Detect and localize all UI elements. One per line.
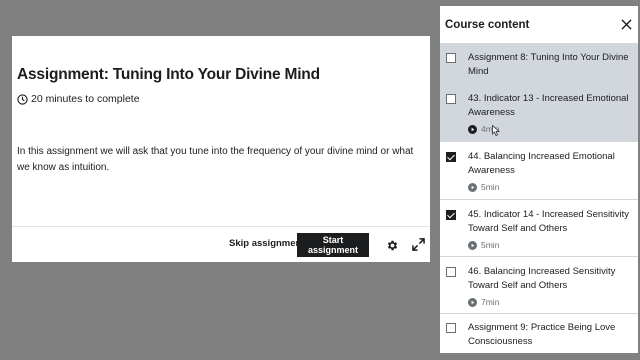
assignment-title: Assignment: Tuning Into Your Divine Mind xyxy=(17,66,320,83)
completion-checkbox[interactable] xyxy=(446,94,456,104)
assignment-description: In this assignment we will ask that you … xyxy=(17,146,414,173)
curriculum-item-lecture-46[interactable]: 46. Balancing Increased Sensitivity Towa… xyxy=(440,257,638,314)
duration-text: 20 minutes to complete xyxy=(31,93,140,105)
curriculum-item-lecture-45[interactable]: 45. Indicator 14 - Increased Sensitivity… xyxy=(440,200,638,257)
curriculum-item-assignment-9[interactable]: Assignment 9: Practice Being Love Consci… xyxy=(440,314,638,353)
assignment-card: Assignment: Tuning Into Your Divine Mind… xyxy=(12,36,430,262)
card-divider xyxy=(12,226,430,227)
skip-assignment-button[interactable]: Skip assignment xyxy=(229,238,305,249)
completion-checkbox[interactable] xyxy=(446,323,456,333)
assignment-duration: 20 minutes to complete xyxy=(17,93,140,105)
sidebar-title: Course content xyxy=(445,18,530,31)
item-duration: 5min xyxy=(481,240,500,250)
curriculum-item-lecture-43[interactable]: 43. Indicator 13 - Increased Emotional A… xyxy=(440,84,638,142)
item-title: Assignment 9: Practice Being Love Consci… xyxy=(468,322,616,347)
play-icon xyxy=(468,240,477,250)
item-duration: 7min xyxy=(481,297,500,307)
item-meta: 7min xyxy=(468,297,632,307)
item-meta: 5min xyxy=(468,240,632,250)
item-title: Assignment 8: Tuning Into Your Divine Mi… xyxy=(468,52,629,77)
course-content-sidebar: Course content Assignment 8: Tuning Into… xyxy=(440,6,638,353)
curriculum-item-assignment-8[interactable]: Assignment 8: Tuning Into Your Divine Mi… xyxy=(440,44,638,84)
play-icon xyxy=(468,124,477,134)
item-title: 44. Balancing Increased Emotional Awaren… xyxy=(468,151,615,176)
item-title: 45. Indicator 14 - Increased Sensitivity… xyxy=(468,209,630,234)
item-title: 43. Indicator 13 - Increased Emotional A… xyxy=(468,93,629,118)
play-icon xyxy=(468,297,477,307)
curriculum-item-lecture-44[interactable]: 44. Balancing Increased Emotional Awaren… xyxy=(440,142,638,200)
start-assignment-button[interactable]: Start assignment xyxy=(297,233,369,257)
completion-checkbox[interactable] xyxy=(446,53,456,63)
gear-icon[interactable] xyxy=(386,239,399,252)
clock-icon xyxy=(17,93,28,105)
play-icon xyxy=(468,182,477,192)
mouse-cursor-icon xyxy=(492,125,500,136)
expand-icon[interactable] xyxy=(412,238,425,251)
completion-checkbox[interactable] xyxy=(446,210,456,220)
completion-checkbox[interactable] xyxy=(446,152,456,162)
item-title: 46. Balancing Increased Sensitivity Towa… xyxy=(468,266,616,291)
item-duration: 5min xyxy=(481,182,500,192)
sidebar-header: Course content xyxy=(440,6,638,44)
completion-checkbox[interactable] xyxy=(446,267,456,277)
close-icon[interactable] xyxy=(621,19,632,30)
item-meta: 5min xyxy=(468,182,632,192)
